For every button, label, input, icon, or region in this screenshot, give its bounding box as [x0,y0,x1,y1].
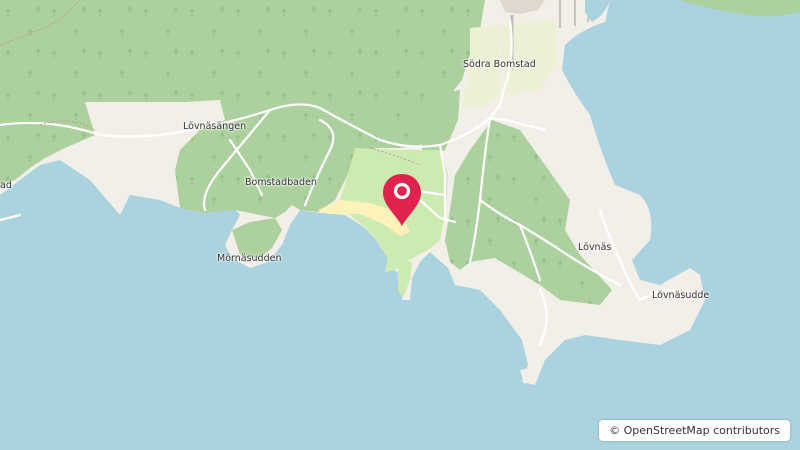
place-label-lovnasudde: Lövnäsudde [652,290,710,301]
place-label-clipped-left: ad [0,180,12,191]
place-label-bomstadbaden: Bomstadbaden [245,177,317,188]
place-label-sodra-bomstad: Södra Bomstad [463,59,536,70]
place-label-mornasudden: Mörnäsudden [217,253,282,264]
place-label-lovnas: Lövnäs [578,242,612,253]
map-attribution[interactable]: © OpenStreetMap contributors [599,420,790,441]
place-label-lovnasangen: Lövnäsängen [183,121,247,132]
map-canvas[interactable]: Södra Bomstad Lövnäsängen Bomstadbaden M… [0,0,800,450]
map-pin-icon[interactable] [381,172,423,228]
